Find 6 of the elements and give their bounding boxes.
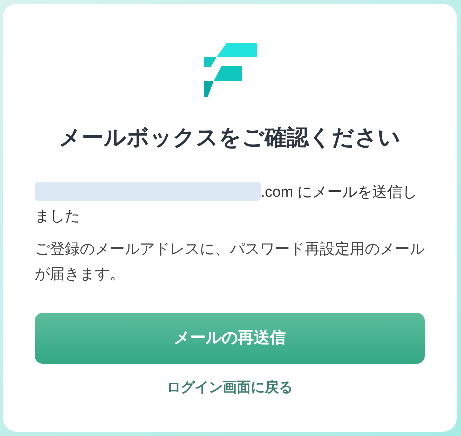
back-to-login-link[interactable]: ログイン画面に戻る bbox=[167, 379, 293, 397]
info-text: ご登録のメールアドレスに、パスワード再設定用のメールが届きます。 bbox=[35, 240, 425, 285]
resend-button[interactable]: メールの再送信 bbox=[35, 313, 425, 364]
page-title: メールボックスをご確認ください bbox=[58, 124, 402, 152]
logo-icon bbox=[203, 43, 257, 97]
sent-message: .com にメールを送信しました bbox=[35, 184, 418, 225]
